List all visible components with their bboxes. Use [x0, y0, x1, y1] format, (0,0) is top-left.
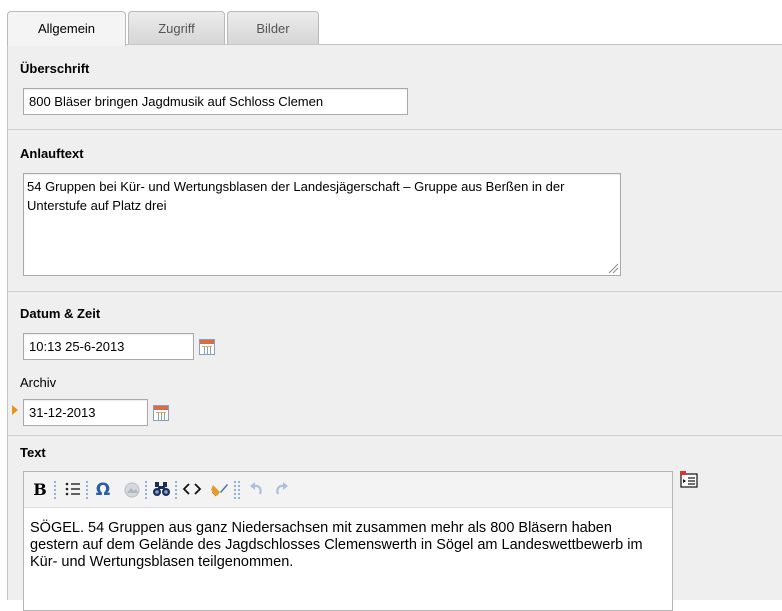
teaser-textarea[interactable]: 54 Gruppen bei Kür- und Wertungsblasen d… [23, 173, 621, 276]
headline-label: Überschrift [20, 61, 90, 76]
toolbar-separator [86, 480, 88, 500]
tab-zugriff[interactable]: Zugriff [128, 11, 225, 44]
tab-bilder[interactable]: Bilder [227, 11, 319, 44]
required-marker-icon [12, 405, 18, 415]
calendar-icon[interactable] [153, 405, 169, 421]
divider [8, 291, 782, 292]
editor-content[interactable]: SÖGEL. 54 Gruppen aus ganz Niedersachsen… [30, 520, 660, 586]
datetime-label: Datum & Zeit [20, 306, 101, 321]
image-icon[interactable] [122, 481, 142, 499]
toolbar-separator [145, 480, 147, 500]
editor-toolbar: B Ω [24, 472, 672, 508]
toolbar-separator [234, 480, 236, 500]
toolbar-separator [175, 480, 177, 500]
redo-icon[interactable] [274, 481, 290, 499]
divider [8, 435, 782, 436]
text-paragraph: SÖGEL. 54 Gruppen aus ganz Niedersachsen… [30, 520, 643, 570]
omega-special-char-icon[interactable]: Ω [94, 481, 112, 499]
html-source-icon[interactable] [182, 481, 202, 499]
form-panel: Überschrift Anlauftext 54 Gruppen bei Kü… [7, 44, 782, 611]
toolbar-separator [238, 480, 240, 500]
bulleted-list-icon[interactable] [64, 481, 82, 499]
tab-bar: Allgemein Zugriff Bilder [0, 0, 782, 46]
tab-allgemein[interactable]: Allgemein [7, 11, 126, 46]
find-replace-icon[interactable] [152, 481, 172, 499]
resize-handle-icon[interactable] [608, 263, 619, 274]
datetime-input[interactable] [23, 333, 194, 360]
text-label: Text [20, 445, 46, 460]
calendar-icon[interactable] [199, 339, 215, 355]
archive-label: Archiv [20, 375, 57, 390]
archive-date-input[interactable] [23, 399, 148, 426]
toggle-editor-icon[interactable] [679, 471, 698, 488]
divider [8, 129, 782, 130]
clean-format-icon[interactable] [210, 481, 230, 499]
rich-text-editor[interactable]: B Ω SÖGEL. 54 Gruppen aus ganz Niedersac… [23, 471, 673, 611]
toolbar-separator [54, 480, 56, 500]
teaser-label: Anlauftext [20, 146, 84, 161]
undo-icon[interactable] [248, 481, 264, 499]
bold-icon[interactable]: B [33, 481, 47, 499]
headline-input[interactable] [23, 88, 408, 115]
